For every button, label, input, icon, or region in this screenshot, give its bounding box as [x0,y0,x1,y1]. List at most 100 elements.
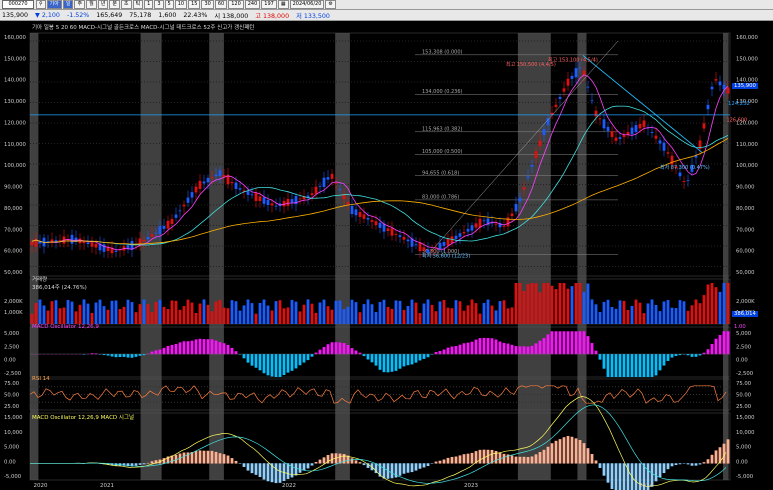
period-button-년[interactable]: 년 [97,0,109,9]
volume-bar [238,310,242,324]
period-button-일[interactable]: 일 [62,0,74,9]
candle-body [354,209,358,216]
osc-bar [422,354,426,359]
osc-bar [522,346,526,355]
change-amount: 2,100 [41,11,60,19]
volume-bar [598,311,602,324]
period-button-분[interactable]: 분 [109,0,120,9]
osc-bar [474,339,478,355]
candle-body [634,125,638,133]
volume-bar [366,299,370,324]
period-button-주[interactable]: 주 [74,0,86,9]
volume-bar [314,312,318,324]
osc-bar [470,341,474,355]
settings-icon[interactable]: ⚙ [325,0,336,9]
period-button-5[interactable]: 5 [164,0,174,9]
macd-hist-bar [138,463,142,465]
candle-body [558,96,562,99]
period-buttons: 일 주 월 년 분 초 틱 1 3 5 10 15 30 60 120 240 [62,0,261,9]
price-y-right-0: 160,000 [736,35,759,41]
osc-y-left-3: -2,500 [4,371,22,377]
osc-bar [118,354,122,358]
candle-body [230,182,234,184]
osc-bar [126,354,130,358]
period-button-30[interactable]: 30 [201,0,214,9]
osc-bar [586,336,590,355]
volume-bar [142,299,146,324]
volume-bar [430,304,434,324]
search-icon[interactable]: ⚲ [36,0,46,9]
x-label-4: 2024 [639,483,653,489]
volume-bar [586,283,590,324]
volume-bar [250,303,254,324]
volume-bar [418,313,422,324]
macd-hist-bar [522,456,526,464]
macd-hist-bar [358,462,362,464]
symbol-code-input[interactable]: 000270 [2,0,34,9]
date-input[interactable]: 2024/06/20 [289,0,325,9]
price-y-right-6: 100,000 [736,163,759,169]
osc-bar [494,339,498,355]
price-y-left-0: 160,000 [4,35,27,41]
period-button-초[interactable]: 초 [120,0,132,9]
candle-body [546,118,550,126]
period-button-1[interactable]: 1 [144,0,154,9]
osc-bar [602,354,606,369]
volume-bar [670,307,674,324]
period-button-3[interactable]: 3 [154,0,164,9]
volume-bar [110,300,114,324]
volume-bar [506,308,510,324]
candle-body [666,152,670,154]
volume-bar [166,308,170,324]
period-button-월[interactable]: 월 [86,0,97,9]
candle-body [390,228,394,236]
macd-hist-bar [286,463,290,480]
volume-bar [478,313,482,324]
period-button-15[interactable]: 15 [188,0,201,9]
period-button-60[interactable]: 60 [214,0,228,9]
osc-bar [202,339,206,355]
osc-bar [394,354,398,371]
count-input[interactable]: 197 [261,0,277,9]
macd-hist-bar [418,463,422,469]
price-y-right-8: 80,000 [736,206,755,212]
macd-hist-bar [542,449,546,464]
osc-bar [706,349,710,355]
osc-bar [518,346,522,355]
price-y-right-1: 150,000 [736,56,759,62]
period-button-120[interactable]: 120 [228,0,244,9]
candle-body [310,193,314,196]
volume-bar [590,299,594,324]
price-y-left-7: 90,000 [4,185,23,191]
macd-hist-bar [162,458,166,464]
company-name[interactable]: 기아 [46,0,62,9]
candle-body [374,221,378,226]
candle-body [606,126,610,132]
volume-bar [502,300,506,324]
period-button-10[interactable]: 10 [174,0,188,9]
macd-hist-bar [350,458,354,464]
osc-bar [454,345,458,355]
macd-hist-bar [390,463,394,479]
volume-bar [446,307,450,324]
candle-body [318,185,322,187]
volume-legend: 거래량 [32,277,48,283]
macd-y-left-0: 15,000 [4,415,23,421]
osc-bar [690,354,694,357]
candle-body [30,241,34,246]
osc-bar [662,354,666,366]
volume-bar [146,304,150,324]
calendar-icon[interactable]: ▦ [277,0,289,9]
period-button-틱[interactable]: 틱 [132,0,144,9]
volume-bar [394,300,398,324]
volume-bar [282,308,286,324]
price-y-right-11: 50,000 [736,270,755,276]
osc-bar [446,347,450,355]
macd-hist-bar [726,439,730,464]
candle-body [146,236,150,240]
macd-y-left-2: 5,000 [4,445,20,451]
osc-bar [166,345,170,355]
period-button-240[interactable]: 240 [244,0,261,9]
macd-hist-bar [278,463,282,483]
x-label-0: 2020 [34,483,48,489]
